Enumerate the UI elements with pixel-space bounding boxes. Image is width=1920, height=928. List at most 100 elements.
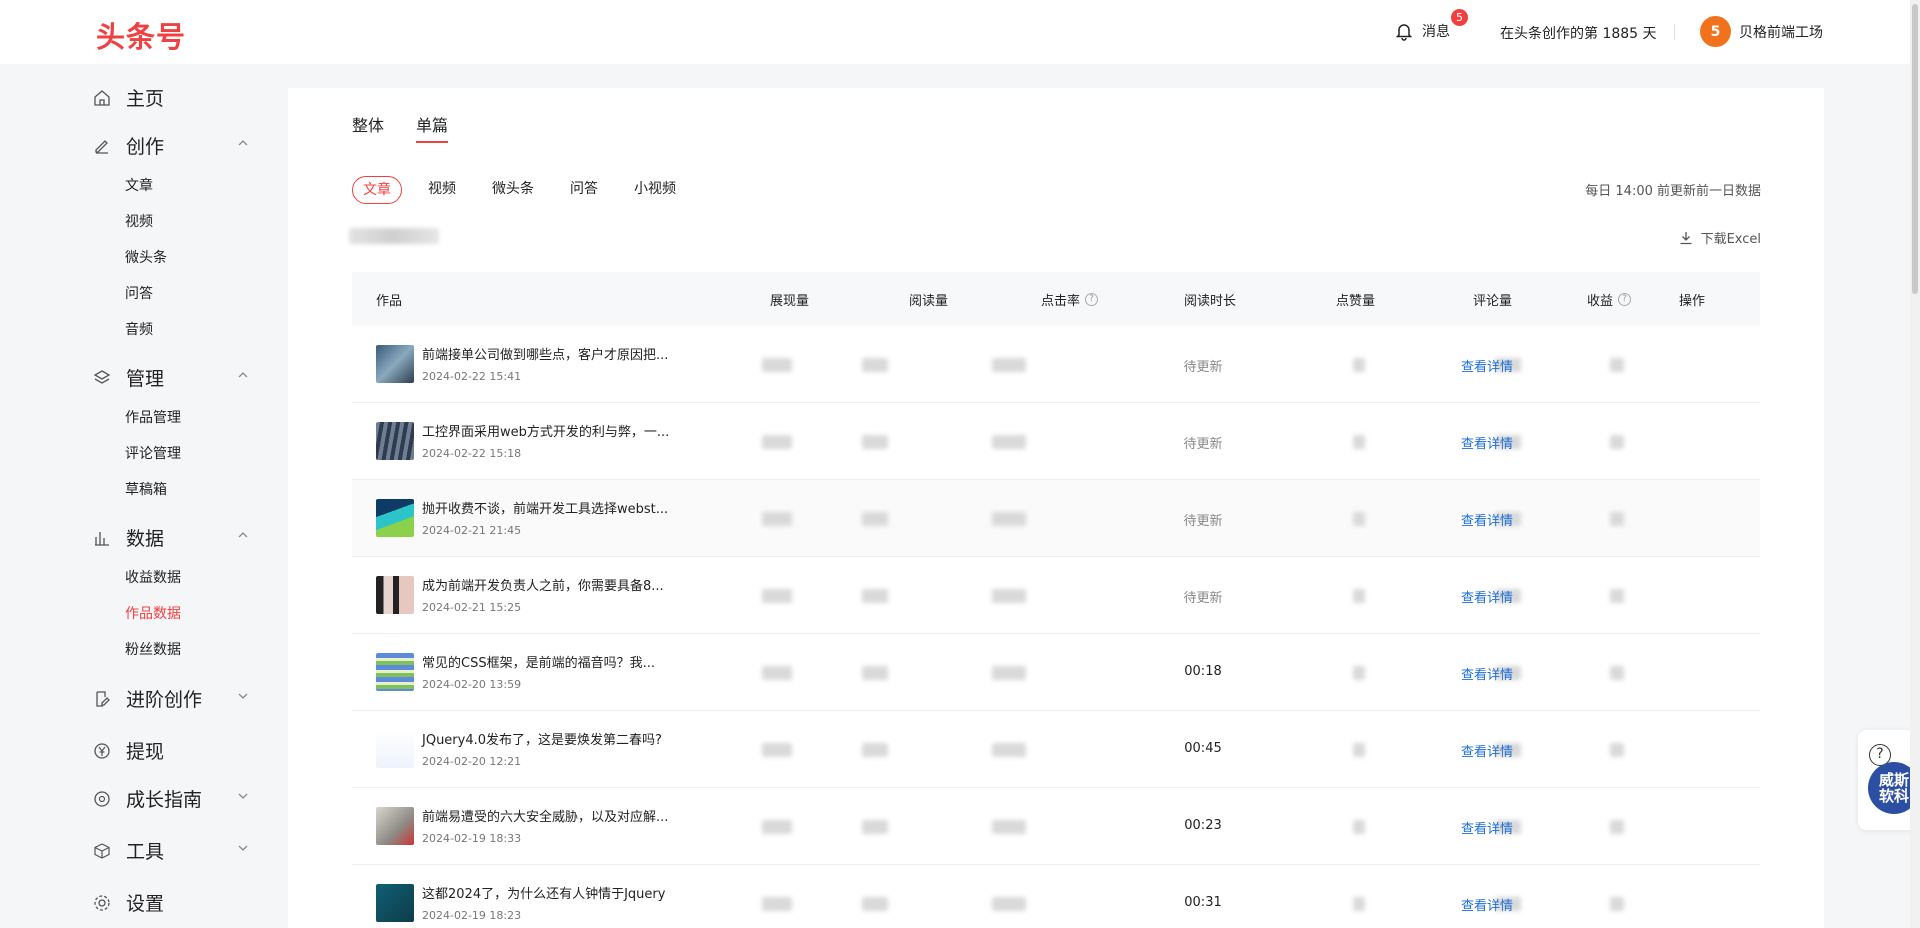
- article-title[interactable]: 抛开收费不谈，前端开发工具选择webst...: [422, 498, 668, 517]
- sidebar-item-revenue[interactable]: 收益数据: [125, 567, 181, 587]
- masked-value: [1610, 435, 1624, 449]
- sidebar-label: 主页: [126, 88, 165, 110]
- sidebar-item-home[interactable]: 主页: [92, 84, 252, 111]
- sidebar-item-drafts[interactable]: 草稿箱: [125, 479, 167, 499]
- view-detail-link[interactable]: 查看详情: [1461, 356, 1513, 375]
- sidebar-item-settings[interactable]: 设置: [92, 889, 252, 916]
- article-title[interactable]: 这都2024了，为什么还有人钟情于Jquery: [422, 883, 665, 902]
- masked-value: [862, 358, 888, 372]
- masked-value: [1610, 820, 1624, 834]
- sidebar-item-fans[interactable]: 粉丝数据: [125, 639, 181, 659]
- bell-icon: [1395, 24, 1413, 41]
- sidebar-item-withdraw[interactable]: 提现: [92, 737, 252, 764]
- header-divider: [1674, 24, 1675, 40]
- col-ctr[interactable]: 点击率?: [1041, 290, 1099, 309]
- view-detail-link[interactable]: 查看详情: [1461, 895, 1513, 914]
- messages-button[interactable]: 消息: [1394, 21, 1450, 41]
- chevron-up-icon: [238, 140, 248, 146]
- col-impressions[interactable]: 展现量: [770, 290, 809, 309]
- scrollbar-thumb[interactable]: [1912, 4, 1918, 294]
- article-date: 2024-02-19 18:23: [422, 909, 522, 922]
- article-thumbnail[interactable]: [376, 730, 414, 768]
- view-detail-link[interactable]: 查看详情: [1461, 510, 1513, 529]
- chip-video[interactable]: 视频: [428, 176, 456, 204]
- article-title[interactable]: JQuery4.0发布了，这是要焕发第二春吗?: [422, 729, 662, 748]
- view-detail-link[interactable]: 查看详情: [1461, 818, 1513, 837]
- user-menu[interactable]: 5 贝格前端工场: [1700, 16, 1823, 47]
- table-row: 前端接单公司做到哪些点，客户才原因把... 2024-02-22 15:41 待更新…: [352, 326, 1760, 403]
- tab-indicator: [416, 141, 448, 143]
- col-revenue[interactable]: 收益?: [1587, 290, 1632, 309]
- article-thumbnail[interactable]: [376, 807, 414, 845]
- article-thumbnail[interactable]: [376, 884, 414, 922]
- sidebar-item-video[interactable]: 视频: [125, 211, 153, 231]
- tab-single[interactable]: 单篇: [416, 112, 448, 136]
- article-title[interactable]: 常见的CSS框架，是前端的福音吗？我...: [422, 652, 655, 671]
- pen-icon: [92, 136, 112, 156]
- sidebar-item-article[interactable]: 文章: [125, 175, 153, 195]
- chip-article[interactable]: 文章: [352, 176, 402, 204]
- view-detail-link[interactable]: 查看详情: [1461, 433, 1513, 452]
- read-duration: 待更新: [1183, 437, 1223, 452]
- main-panel: 整体 单篇 文章 视频 微头条 问答 小视频 每日 14:00 前更新前一日数据…: [288, 88, 1824, 928]
- sidebar-item-micro[interactable]: 微头条: [125, 247, 167, 267]
- view-detail-link[interactable]: 查看详情: [1461, 741, 1513, 760]
- article-date: 2024-02-20 13:59: [422, 678, 522, 691]
- col-read-time[interactable]: 阅读时长: [1184, 290, 1236, 309]
- chip-short-video[interactable]: 小视频: [634, 176, 676, 204]
- masked-value: [1610, 358, 1624, 372]
- article-thumbnail[interactable]: [376, 422, 414, 460]
- sidebar-item-comments[interactable]: 评论管理: [125, 443, 181, 463]
- masked-value: [762, 589, 792, 603]
- download-icon: [1680, 231, 1692, 244]
- table-header: 作品 展现量 阅读量 点击率? 阅读时长 点赞量 评论量 收益? 操作: [352, 272, 1760, 326]
- sidebar-item-audio[interactable]: 音频: [125, 319, 153, 339]
- sidebar-item-manage[interactable]: 管理: [92, 364, 252, 391]
- article-title[interactable]: 工控界面采用web方式开发的利与弊，一...: [422, 421, 669, 440]
- sidebar-item-growth[interactable]: 成长指南: [92, 785, 252, 812]
- sidebar-item-works[interactable]: 作品管理: [125, 407, 181, 427]
- chevron-down-icon: [238, 845, 248, 851]
- masked-value: [992, 512, 1026, 526]
- sidebar-label: 成长指南: [126, 789, 203, 811]
- sidebar-item-tools[interactable]: 工具: [92, 837, 252, 864]
- view-detail-link[interactable]: 查看详情: [1461, 587, 1513, 606]
- logo[interactable]: 头条号: [96, 14, 186, 56]
- help-icon[interactable]: ?: [1085, 293, 1099, 306]
- article-thumbnail[interactable]: [376, 499, 414, 537]
- sidebar-item-qa[interactable]: 问答: [125, 283, 153, 303]
- sidebar-item-work-data[interactable]: 作品数据: [125, 603, 181, 623]
- article-title[interactable]: 前端接单公司做到哪些点，客户才原因把...: [422, 344, 668, 363]
- scrollbar[interactable]: [1910, 0, 1920, 928]
- masked-value: [862, 666, 888, 680]
- masked-value: [1353, 897, 1365, 911]
- compass-icon: [92, 789, 112, 809]
- sidebar-item-advanced[interactable]: 进阶创作: [92, 685, 252, 712]
- article-title[interactable]: 前端易遭受的六大安全威胁，以及对应解...: [422, 806, 668, 825]
- col-likes[interactable]: 点赞量: [1336, 290, 1375, 309]
- article-thumbnail[interactable]: [376, 653, 414, 691]
- article-thumbnail[interactable]: [376, 576, 414, 614]
- sidebar-label: 管理: [126, 368, 165, 390]
- sidebar-item-create[interactable]: 创作: [92, 132, 252, 159]
- sidebar-item-data[interactable]: 数据: [92, 524, 252, 551]
- masked-value: [762, 435, 792, 449]
- masked-value: [762, 897, 792, 911]
- download-excel-button[interactable]: 下载Excel: [1679, 228, 1761, 247]
- article-date: 2024-02-22 15:18: [422, 447, 522, 460]
- article-thumbnail[interactable]: [376, 345, 414, 383]
- chip-micro[interactable]: 微头条: [492, 176, 534, 204]
- masked-value: [1610, 897, 1624, 911]
- masked-value: [1353, 743, 1365, 757]
- read-duration: 00:23: [1184, 818, 1222, 833]
- article-title[interactable]: 成为前端开发负责人之前，你需要具备8...: [422, 575, 664, 594]
- col-reads[interactable]: 阅读量: [909, 290, 948, 309]
- yen-icon: [92, 741, 112, 761]
- tab-overall[interactable]: 整体: [352, 112, 384, 136]
- masked-value: [862, 589, 888, 603]
- col-comments[interactable]: 评论量: [1473, 290, 1512, 309]
- chip-qa[interactable]: 问答: [570, 176, 598, 204]
- article-date: 2024-02-19 18:33: [422, 832, 522, 845]
- view-detail-link[interactable]: 查看详情: [1461, 664, 1513, 683]
- help-icon[interactable]: ?: [1618, 293, 1632, 306]
